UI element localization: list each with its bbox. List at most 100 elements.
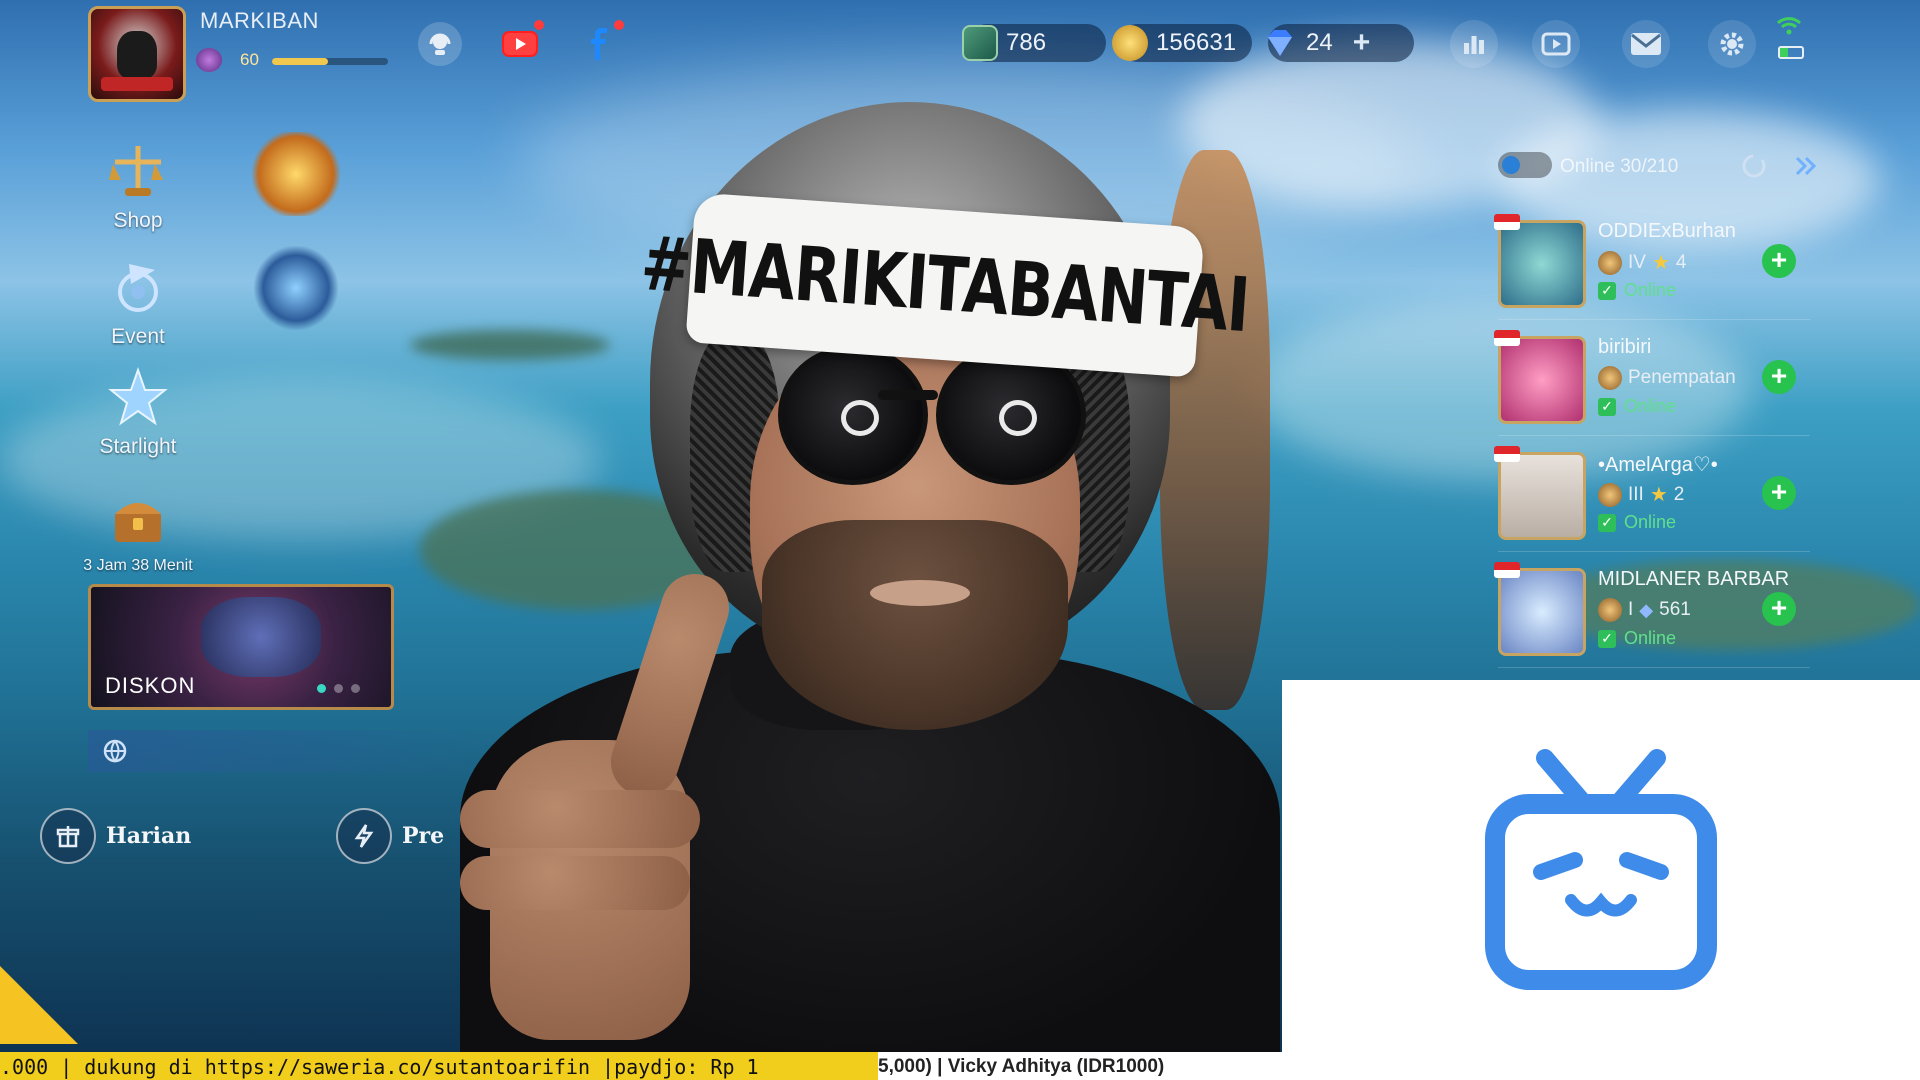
youtube-icon[interactable] (498, 20, 544, 66)
streamer-mouth (870, 580, 970, 606)
avatar-ribbon (101, 77, 173, 91)
diamond-counter[interactable]: 24 + (1268, 24, 1414, 62)
online-toggle[interactable] (1498, 152, 1552, 178)
ranking-icon[interactable] (1450, 20, 1498, 68)
top-bar: MARKIBAN 60 786 156631 24 + (0, 0, 1920, 102)
starlight-button[interactable]: Starlight (78, 366, 198, 459)
chest-timer: 3 Jam 38 Menit (83, 557, 193, 574)
rank-tier: I (1628, 599, 1634, 620)
avatar-portrait (117, 31, 157, 79)
add-diamonds-icon[interactable]: + (1353, 28, 1371, 58)
diamond-icon (1262, 25, 1298, 61)
mail-icon[interactable] (1622, 20, 1670, 68)
shop-scale-icon (109, 146, 163, 196)
player-level: 60 (240, 50, 259, 69)
ticket-counter[interactable]: 786 (962, 24, 1106, 62)
friend-row[interactable]: biribiri Penempatan ✓ Online + (1494, 328, 1810, 436)
friend-list-panel: Online 30/210 ODDIExBurhan IV ★ 4 ✓ Onlin… (1490, 140, 1830, 680)
check-icon: ✓ (1598, 513, 1616, 532)
ticket-icon (962, 25, 998, 61)
rank-emblem-icon (1598, 250, 1622, 275)
rank-stars: 4 (1675, 251, 1687, 273)
player-name: MARKIBAN (200, 8, 319, 33)
friend-avatar (1498, 220, 1586, 308)
headband-text: #MARIKITABANTAI (638, 220, 1252, 350)
friend-row[interactable]: MIDLANER BARBAR I ◆ 561 ✓ Online + (1494, 560, 1810, 668)
xp-bar-fill (272, 58, 328, 65)
friend-name: MIDLANER BARBAR (1598, 568, 1790, 590)
coin-icon (1112, 25, 1148, 61)
friend-avatar (1498, 336, 1586, 424)
mythic-gem-icon: ◆ (1639, 599, 1654, 620)
crest-event-icon[interactable] (254, 246, 338, 330)
rank-emblem-icon (1598, 366, 1622, 390)
bilibili-tv-icon (1485, 749, 1717, 990)
star-icon: ★ (1651, 252, 1670, 274)
treasure-chest-icon (115, 503, 161, 542)
battle-points-amount: 156631 (1156, 29, 1237, 56)
rank-emblem-icon (1598, 482, 1622, 507)
refresh-icon[interactable] (1738, 150, 1770, 182)
friend-status: ✓ Online (1598, 628, 1676, 649)
saint-seiya-event-icon[interactable] (250, 132, 342, 216)
friend-row[interactable]: ODDIExBurhan IV ★ 4 ✓ Online + (1494, 212, 1810, 320)
facebook-icon[interactable] (578, 20, 624, 66)
customer-service-icon[interactable] (418, 22, 462, 66)
daily-button[interactable]: Harian (40, 808, 191, 864)
friend-row[interactable]: •AmelArga♡• III ★ 2 ✓ Online + (1494, 444, 1810, 552)
rank-stars: 2 (1673, 483, 1685, 505)
rank-tier: III (1628, 483, 1644, 505)
starlight-star-icon (108, 366, 168, 426)
player-avatar[interactable] (88, 6, 186, 102)
friend-avatar (1498, 452, 1586, 540)
donation-ticker: .000 | dukung di https://saweria.co/suta… (0, 1052, 1920, 1080)
sunglasses-lens-left (778, 345, 928, 485)
expand-chevrons-icon[interactable] (1790, 150, 1822, 182)
rank-tier: IV (1628, 251, 1646, 273)
xp-bar (272, 58, 388, 65)
promo-hero-art (201, 597, 321, 677)
add-friend-button[interactable]: + (1762, 592, 1796, 626)
battle-points-counter[interactable]: 156631 (1112, 24, 1252, 62)
indonesia-flag-icon (1494, 330, 1520, 346)
globe-icon (103, 739, 127, 763)
ticker-text-right: 5,000) | Vicky Adhitya (IDR1000) (878, 1056, 1165, 1077)
indonesia-flag-icon (1494, 562, 1520, 578)
wifi-icon (1776, 16, 1802, 41)
indonesia-flag-icon (1494, 214, 1520, 230)
daily-label: Harian (106, 823, 192, 849)
starlight-label: Starlight (99, 435, 177, 458)
ticket-amount: 786 (1006, 29, 1047, 56)
add-friend-button[interactable]: + (1762, 360, 1796, 394)
check-icon: ✓ (1598, 281, 1616, 300)
premium-icon (336, 808, 392, 864)
notification-dot (534, 20, 544, 30)
video-replay-icon[interactable] (1532, 20, 1580, 68)
shop-button[interactable]: Shop (78, 140, 198, 233)
check-icon: ✓ (1598, 629, 1616, 648)
rank-points: 561 (1659, 599, 1691, 620)
friend-name: biribiri (1598, 336, 1652, 358)
rank-badge-icon (196, 48, 222, 72)
add-friend-button[interactable]: + (1762, 244, 1796, 278)
daily-icon (40, 808, 96, 864)
treasure-chest-button[interactable]: 3 Jam 38 Menit (78, 488, 198, 575)
discount-promo-card[interactable]: DISKON (88, 584, 394, 710)
friend-rank: IV ★ 4 (1598, 250, 1686, 275)
thumbs-up-hand (400, 560, 780, 1052)
diamond-amount: 24 (1306, 29, 1333, 56)
add-friend-button[interactable]: + (1762, 476, 1796, 510)
settings-gear-icon[interactable] (1708, 20, 1756, 68)
friend-status: ✓ Online (1598, 280, 1676, 301)
friend-status: ✓ Online (1598, 512, 1676, 533)
star-icon: ★ (1649, 484, 1668, 506)
bilibili-logo-panel (1282, 680, 1920, 1054)
event-button[interactable]: Event (78, 256, 198, 349)
event-label: Event (111, 325, 165, 348)
streamer-webcam: #MARIKITABANTAI (400, 90, 1280, 1052)
friend-rank: Penempatan (1598, 366, 1736, 390)
carousel-dots (317, 684, 360, 693)
promo-label: DISKON (105, 673, 196, 698)
notification-dot (614, 20, 624, 30)
corner-decoration (0, 966, 78, 1044)
